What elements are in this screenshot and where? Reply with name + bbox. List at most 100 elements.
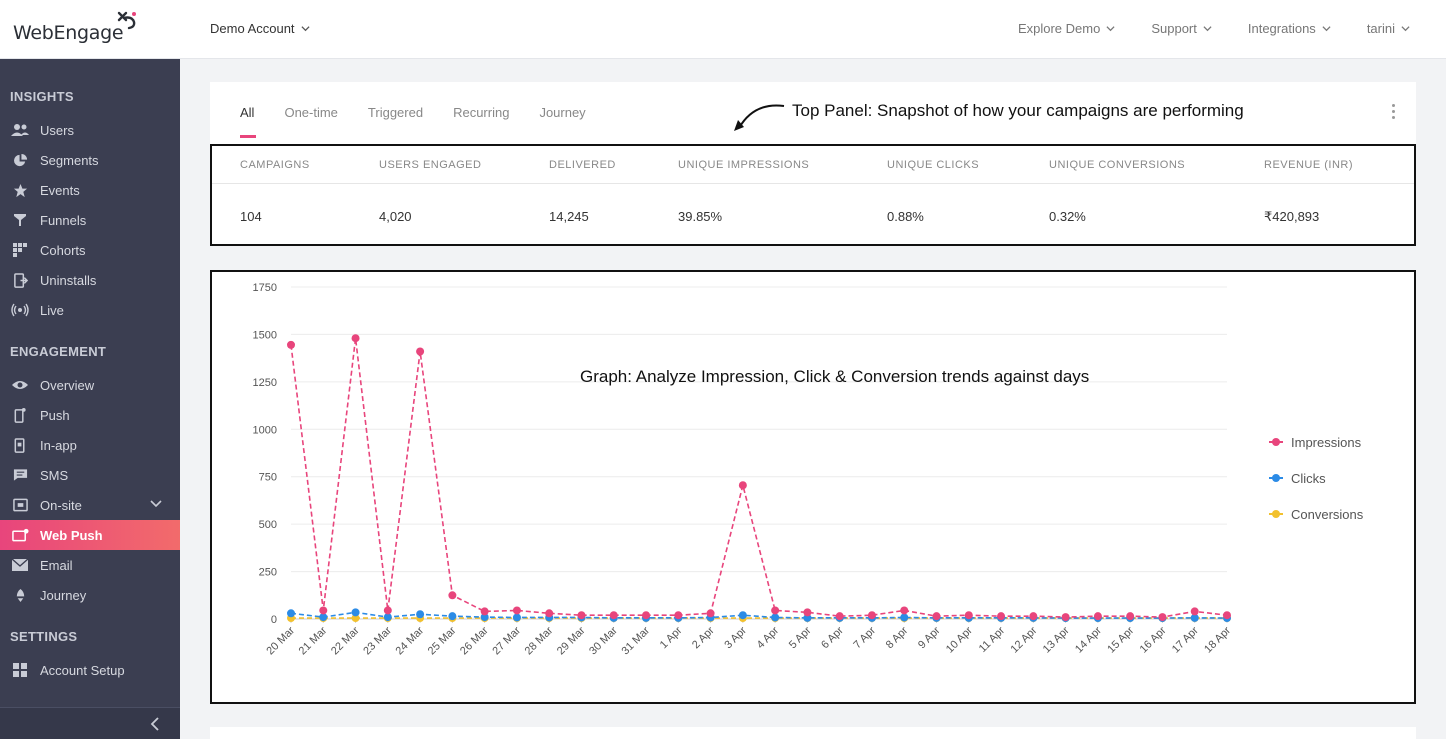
stat-value-users-engaged: 4,020 bbox=[379, 209, 412, 224]
data-point-impressions bbox=[1190, 607, 1199, 616]
sidebar-item-on-site[interactable]: On-site bbox=[0, 490, 180, 520]
integrations-menu[interactable]: Integrations bbox=[1248, 21, 1331, 36]
x-tick-label: 4 Apr bbox=[755, 624, 782, 651]
tab-one-time[interactable]: One-time bbox=[284, 105, 337, 138]
sidebar-item-events[interactable]: Events bbox=[0, 175, 180, 205]
sidebar-item-cohorts[interactable]: Cohorts bbox=[0, 235, 180, 265]
stat-label-unique-impressions: UNIQUE IMPRESSIONS bbox=[678, 159, 810, 171]
data-point-clicks bbox=[512, 613, 521, 622]
x-tick-label: 27 Mar bbox=[490, 624, 523, 657]
funnel-icon bbox=[10, 212, 30, 228]
support-label: Support bbox=[1151, 21, 1197, 36]
trend-chart: 0 250 500 750 1000 1250 1500 1750 20 Mar 21 Mar 22… bbox=[253, 282, 1234, 657]
data-point-impressions bbox=[1061, 613, 1070, 622]
sidebar-item-web-push[interactable]: Web Push bbox=[0, 520, 180, 550]
x-tick-label: 24 Mar bbox=[394, 624, 427, 657]
sidebar-footer bbox=[0, 707, 180, 739]
chevron-down-icon bbox=[1322, 26, 1331, 32]
data-point-clicks bbox=[351, 608, 360, 617]
x-tick-label: 21 Mar bbox=[297, 624, 330, 657]
users-icon bbox=[10, 122, 30, 138]
x-tick-label: 13 Apr bbox=[1041, 624, 1072, 655]
chevron-down-icon bbox=[301, 26, 310, 32]
data-point-impressions bbox=[997, 612, 1006, 621]
data-point-impressions bbox=[287, 340, 295, 349]
sidebar-item-live[interactable]: Live bbox=[0, 295, 180, 325]
sidebar-item-label: Account Setup bbox=[40, 662, 125, 678]
chevron-down-icon[interactable] bbox=[150, 498, 162, 510]
data-point-impressions bbox=[512, 606, 521, 615]
stat-label-users-engaged: USERS ENGAGED bbox=[379, 159, 482, 171]
summary-panel: All One-time Triggered Recurring Journey… bbox=[210, 82, 1416, 246]
sidebar-item-funnels[interactable]: Funnels bbox=[0, 205, 180, 235]
chevron-left-icon[interactable] bbox=[150, 717, 160, 731]
support-menu[interactable]: Support bbox=[1151, 21, 1212, 36]
tab-triggered[interactable]: Triggered bbox=[368, 105, 423, 138]
sidebar-item-push[interactable]: Push bbox=[0, 400, 180, 430]
legend-item-conversions[interactable]: Conversions bbox=[1269, 504, 1363, 524]
x-tick-label: 6 Apr bbox=[819, 624, 846, 651]
legend-item-clicks[interactable]: Clicks bbox=[1269, 468, 1363, 488]
sidebar-item-label: Web Push bbox=[40, 527, 103, 543]
sidebar-item-users[interactable]: Users bbox=[0, 115, 180, 145]
x-tick-label: 22 Mar bbox=[329, 624, 362, 657]
sidebar-item-segments[interactable]: Segments bbox=[0, 145, 180, 175]
stat-value-delivered: 14,245 bbox=[549, 209, 589, 224]
legend-swatch bbox=[1269, 437, 1283, 447]
data-point-impressions bbox=[835, 612, 844, 621]
section-title-insights: INSIGHTS bbox=[10, 89, 74, 104]
sidebar-item-in-app[interactable]: In-app bbox=[0, 430, 180, 460]
tab-journey[interactable]: Journey bbox=[539, 105, 585, 138]
sidebar-item-sms[interactable]: SMS bbox=[0, 460, 180, 490]
data-point-clicks bbox=[448, 612, 457, 621]
next-panel bbox=[210, 727, 1416, 739]
top-bar: WebEngage Demo Account Explore Demo Supp… bbox=[0, 0, 1446, 59]
sidebar-item-account-setup[interactable]: Account Setup bbox=[0, 655, 180, 685]
stat-label-unique-clicks: UNIQUE CLICKS bbox=[887, 159, 980, 171]
user-menu[interactable]: tarini bbox=[1367, 21, 1410, 36]
data-point-impressions bbox=[1223, 611, 1231, 620]
data-point-impressions bbox=[706, 609, 715, 618]
logo-mark-icon bbox=[117, 11, 136, 30]
sidebar-item-email[interactable]: Email bbox=[0, 550, 180, 580]
data-point-clicks bbox=[738, 611, 747, 620]
account-switcher[interactable]: Demo Account bbox=[210, 21, 310, 36]
x-tick-label: 8 Apr bbox=[884, 624, 911, 651]
stats-table: CAMPAIGNS USERS ENGAGED DELIVERED UNIQUE… bbox=[210, 144, 1416, 246]
tab-all[interactable]: All bbox=[240, 105, 257, 138]
sidebar-item-overview[interactable]: Overview bbox=[0, 370, 180, 400]
data-point-impressions bbox=[674, 611, 683, 620]
stat-label-campaigns: CAMPAIGNS bbox=[240, 159, 310, 171]
tab-recurring[interactable]: Recurring bbox=[453, 105, 509, 138]
x-tick-label: 15 Apr bbox=[1105, 624, 1136, 655]
sidebar-item-journey[interactable]: Journey bbox=[0, 580, 180, 610]
legend-label: Clicks bbox=[1291, 470, 1326, 486]
graph-annotation: Graph: Analyze Impression, Click & Conve… bbox=[580, 367, 1090, 386]
data-point-impressions bbox=[577, 611, 586, 620]
data-point-impressions bbox=[351, 334, 360, 343]
x-tick-label: 5 Apr bbox=[787, 624, 814, 651]
more-options-icon[interactable] bbox=[1392, 104, 1396, 122]
web-push-icon bbox=[10, 527, 30, 543]
data-point-impressions bbox=[1126, 612, 1135, 621]
sidebar-item-label: SMS bbox=[40, 467, 69, 483]
section-title-settings: SETTINGS bbox=[10, 629, 78, 644]
section-title-engagement: ENGAGEMENT bbox=[10, 344, 107, 359]
stat-label-revenue: REVENUE (INR) bbox=[1264, 159, 1354, 171]
mobile-icon bbox=[10, 407, 30, 423]
top-nav: Explore Demo Support Integrations tarini bbox=[1018, 21, 1410, 36]
legend-swatch bbox=[1269, 473, 1283, 483]
x-tick-label: 26 Mar bbox=[458, 624, 491, 657]
broadcast-icon bbox=[10, 302, 30, 318]
y-tick-label: 1000 bbox=[253, 424, 277, 436]
account-label: Demo Account bbox=[210, 21, 295, 36]
x-tick-label: 18 Apr bbox=[1202, 624, 1233, 655]
y-tick-label: 250 bbox=[259, 567, 277, 579]
sidebar-item-label: Live bbox=[40, 302, 64, 318]
sidebar-item-uninstalls[interactable]: Uninstalls bbox=[0, 265, 180, 295]
legend-item-impressions[interactable]: Impressions bbox=[1269, 432, 1363, 452]
explore-demo-menu[interactable]: Explore Demo bbox=[1018, 21, 1115, 36]
data-point-impressions bbox=[738, 481, 747, 490]
trend-chart-panel: 0 250 500 750 1000 1250 1500 1750 20 Mar 21 Mar 22… bbox=[210, 270, 1416, 704]
x-tick-label: 1 Apr bbox=[658, 624, 685, 651]
